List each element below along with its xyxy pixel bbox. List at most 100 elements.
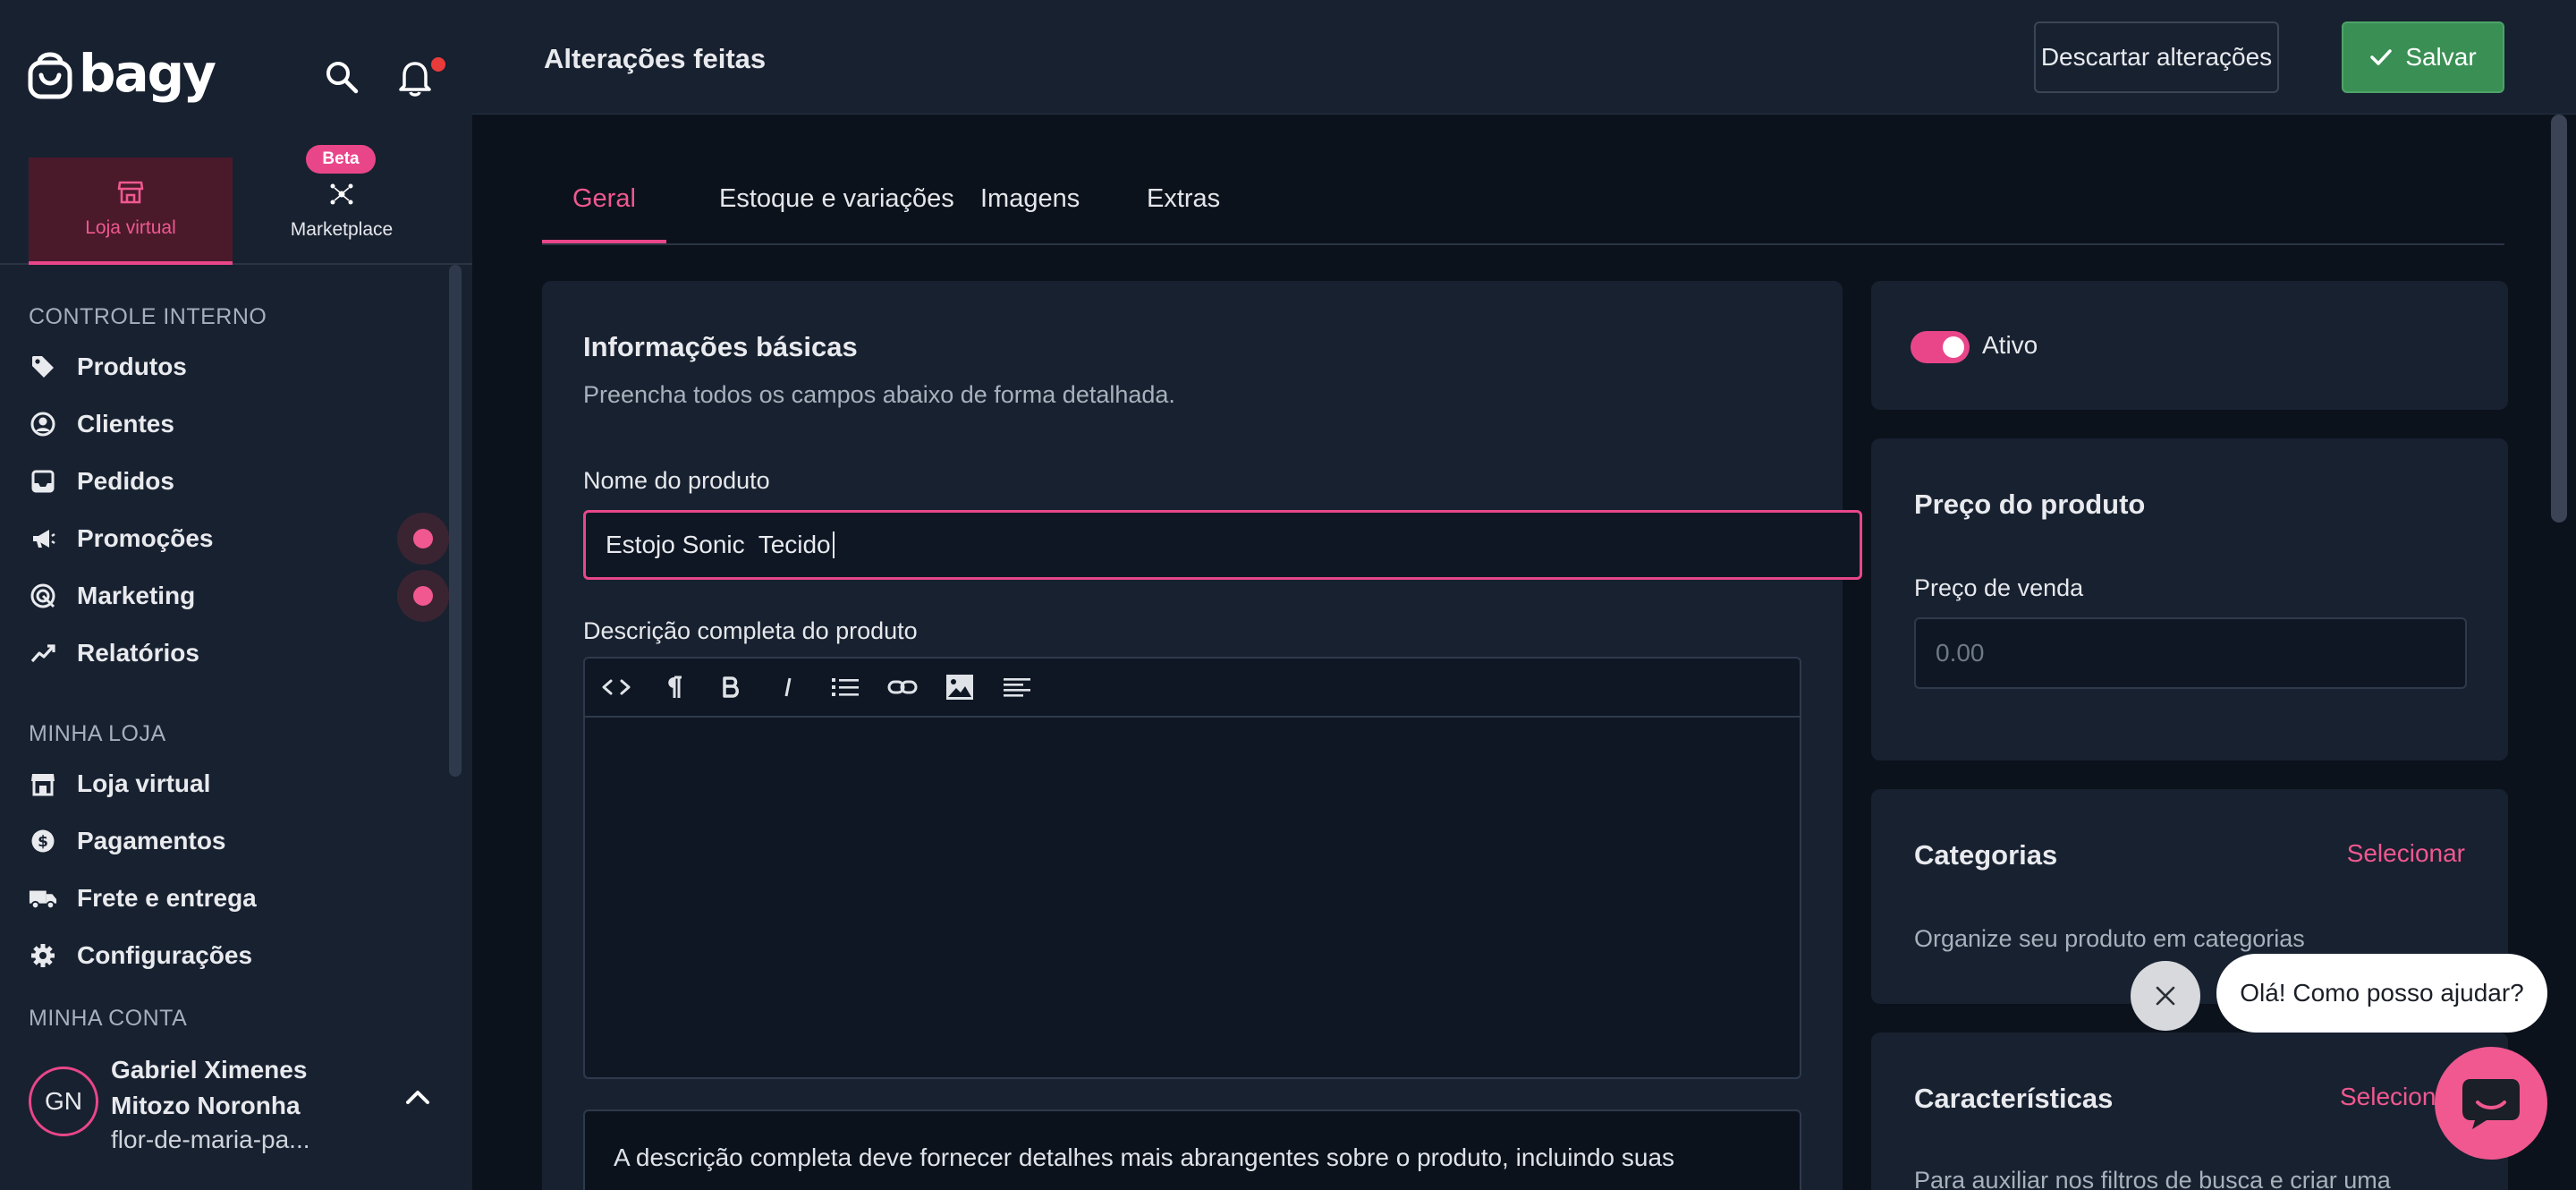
discard-changes-button[interactable]: Descartar alterações bbox=[2034, 21, 2279, 93]
description-help-text: A descrição completa deve fornecer detal… bbox=[583, 1109, 1801, 1190]
description-editor bbox=[583, 657, 1801, 1079]
bell-icon bbox=[399, 62, 431, 97]
sidebar-item-relatorios[interactable]: Relatórios bbox=[29, 630, 449, 676]
sidebar-item-label: Relatórios bbox=[77, 639, 199, 667]
basic-info-title: Informações básicas bbox=[583, 331, 858, 362]
sidebar-item-loja-virtual[interactable]: Loja virtual bbox=[29, 761, 449, 807]
sidebar-item-pagamentos[interactable]: $ Pagamentos bbox=[29, 818, 449, 864]
characteristics-subtitle: Para auxiliar nos filtros de busca e cri… bbox=[1914, 1167, 2391, 1190]
price-title: Preço do produto bbox=[1914, 489, 2146, 520]
sidebar-item-label: Configurações bbox=[77, 941, 253, 969]
section-title-minha-conta: MINHA CONTA bbox=[29, 1006, 188, 1031]
text-caret bbox=[832, 531, 835, 558]
tab-imagens[interactable]: Imagens bbox=[950, 184, 1110, 243]
active-toggle[interactable] bbox=[1911, 331, 1970, 363]
page-scrollbar[interactable] bbox=[2551, 115, 2567, 523]
price-card: Preço do produto Preço de venda 0.00 bbox=[1871, 438, 2508, 761]
link-icon[interactable] bbox=[887, 672, 918, 702]
svg-text:$: $ bbox=[38, 833, 48, 851]
check-icon bbox=[2370, 49, 2393, 65]
sidebar-item-label: Marketing bbox=[77, 582, 196, 609]
store-mode-tabs: Loja virtual Marketplace bbox=[0, 157, 472, 265]
editor-toolbar bbox=[585, 659, 1800, 718]
inbox-icon bbox=[29, 467, 57, 496]
account-store: flor-de-maria-pa... bbox=[111, 1126, 310, 1153]
tab-extras[interactable]: Extras bbox=[1116, 184, 1250, 243]
active-toggle-label: Ativo bbox=[1982, 331, 2038, 359]
bagy-logo[interactable]: bagy bbox=[27, 43, 216, 104]
tab-estoque[interactable]: Estoque e variações bbox=[689, 184, 985, 243]
shopping-bag-icon bbox=[28, 52, 72, 99]
align-left-icon[interactable] bbox=[1002, 672, 1032, 702]
account-name: Gabriel Ximenes Mitozo Noronha bbox=[111, 1056, 308, 1119]
section-title-controle-interno: CONTROLE INTERNO bbox=[29, 304, 267, 329]
sidebar-item-label: Promoções bbox=[77, 524, 214, 552]
mode-tab-label: Marketplace bbox=[290, 219, 394, 240]
sidebar-item-label: Produtos bbox=[77, 353, 187, 380]
new-indicator-dot bbox=[397, 570, 449, 622]
image-icon[interactable] bbox=[945, 672, 975, 702]
bold-icon[interactable] bbox=[716, 672, 746, 702]
notifications-button[interactable] bbox=[397, 57, 433, 97]
sidebar-item-pedidos[interactable]: Pedidos bbox=[29, 458, 449, 505]
tag-icon bbox=[29, 353, 57, 381]
notification-dot bbox=[431, 57, 445, 72]
sidebar-item-label: Pagamentos bbox=[77, 827, 226, 854]
chevron-up-icon[interactable] bbox=[404, 1088, 431, 1106]
mode-tab-marketplace[interactable]: Marketplace bbox=[240, 157, 444, 265]
chat-greeting-bubble[interactable]: Olá! Como posso ajudar? bbox=[2216, 954, 2547, 1033]
basic-info-subtitle: Preencha todos os campos abaixo de forma… bbox=[583, 381, 1175, 408]
categories-subtitle: Organize seu produto em categorias bbox=[1914, 925, 2305, 952]
trend-icon bbox=[29, 639, 57, 667]
list-icon[interactable] bbox=[830, 672, 860, 702]
sidebar: bagy Loja virtual Marketplace Beta CONTR… bbox=[0, 0, 472, 1190]
chat-icon bbox=[2462, 1079, 2520, 1129]
top-bar: Alterações feitas Descartar alterações S… bbox=[472, 0, 2576, 115]
account-menu[interactable]: GN Gabriel Ximenes Mitozo Noronha flor-d… bbox=[29, 1052, 449, 1169]
product-name-input[interactable]: Estojo Sonic Tecido bbox=[583, 510, 1862, 580]
status-card: Ativo bbox=[1871, 281, 2508, 410]
gear-icon bbox=[29, 941, 57, 970]
target-icon bbox=[29, 582, 57, 610]
avatar: GN bbox=[29, 1067, 98, 1136]
description-label: Descrição completa do produto bbox=[583, 617, 918, 644]
sale-price-input[interactable]: 0.00 bbox=[1914, 617, 2467, 689]
truck-icon bbox=[29, 884, 57, 913]
categories-title: Categorias bbox=[1914, 839, 2058, 871]
network-icon bbox=[330, 183, 353, 205]
sale-price-label: Preço de venda bbox=[1914, 574, 2084, 601]
chat-launcher-button[interactable] bbox=[2435, 1047, 2547, 1160]
mode-tab-loja-virtual[interactable]: Loja virtual bbox=[29, 157, 233, 265]
sidebar-item-label: Pedidos bbox=[77, 467, 174, 495]
sidebar-item-clientes[interactable]: Clientes bbox=[29, 401, 449, 447]
product-tabs: Geral Estoque e variações Imagens Extras bbox=[542, 179, 2504, 245]
characteristics-title: Características bbox=[1914, 1083, 2114, 1114]
paragraph-icon[interactable] bbox=[658, 672, 689, 702]
sidebar-item-frete[interactable]: Frete e entrega bbox=[29, 875, 449, 922]
sidebar-item-marketing[interactable]: Marketing bbox=[29, 570, 449, 622]
chat-close-button[interactable] bbox=[2131, 961, 2200, 1031]
sidebar-item-configuracoes[interactable]: Configurações bbox=[29, 932, 449, 979]
basic-info-card: Informações básicas Preencha todos os ca… bbox=[542, 281, 1862, 1190]
sidebar-item-produtos[interactable]: Produtos bbox=[29, 344, 449, 390]
new-indicator-dot bbox=[397, 513, 449, 565]
close-icon bbox=[2156, 986, 2175, 1006]
save-button[interactable]: Salvar bbox=[2342, 21, 2504, 93]
italic-icon[interactable] bbox=[773, 672, 803, 702]
megaphone-icon bbox=[29, 524, 57, 553]
store-icon bbox=[29, 769, 57, 798]
page-title: Alterações feitas bbox=[544, 43, 767, 74]
search-button[interactable] bbox=[324, 59, 360, 95]
product-name-value: Estojo Sonic Tecido bbox=[606, 531, 831, 558]
characteristics-card: Características Selecionar Para auxiliar… bbox=[1871, 1033, 2508, 1190]
dollar-icon: $ bbox=[29, 827, 57, 855]
sidebar-item-promocoes[interactable]: Promoções bbox=[29, 513, 449, 565]
code-icon[interactable] bbox=[601, 672, 631, 702]
sidebar-scrollbar[interactable] bbox=[449, 265, 462, 777]
beta-badge: Beta bbox=[306, 145, 376, 174]
description-textarea[interactable] bbox=[585, 718, 1800, 1077]
tab-geral[interactable]: Geral bbox=[542, 184, 666, 243]
categories-select-link[interactable]: Selecionar bbox=[2347, 839, 2465, 868]
sidebar-item-label: Clientes bbox=[77, 410, 174, 438]
logo-text: bagy bbox=[79, 43, 216, 104]
